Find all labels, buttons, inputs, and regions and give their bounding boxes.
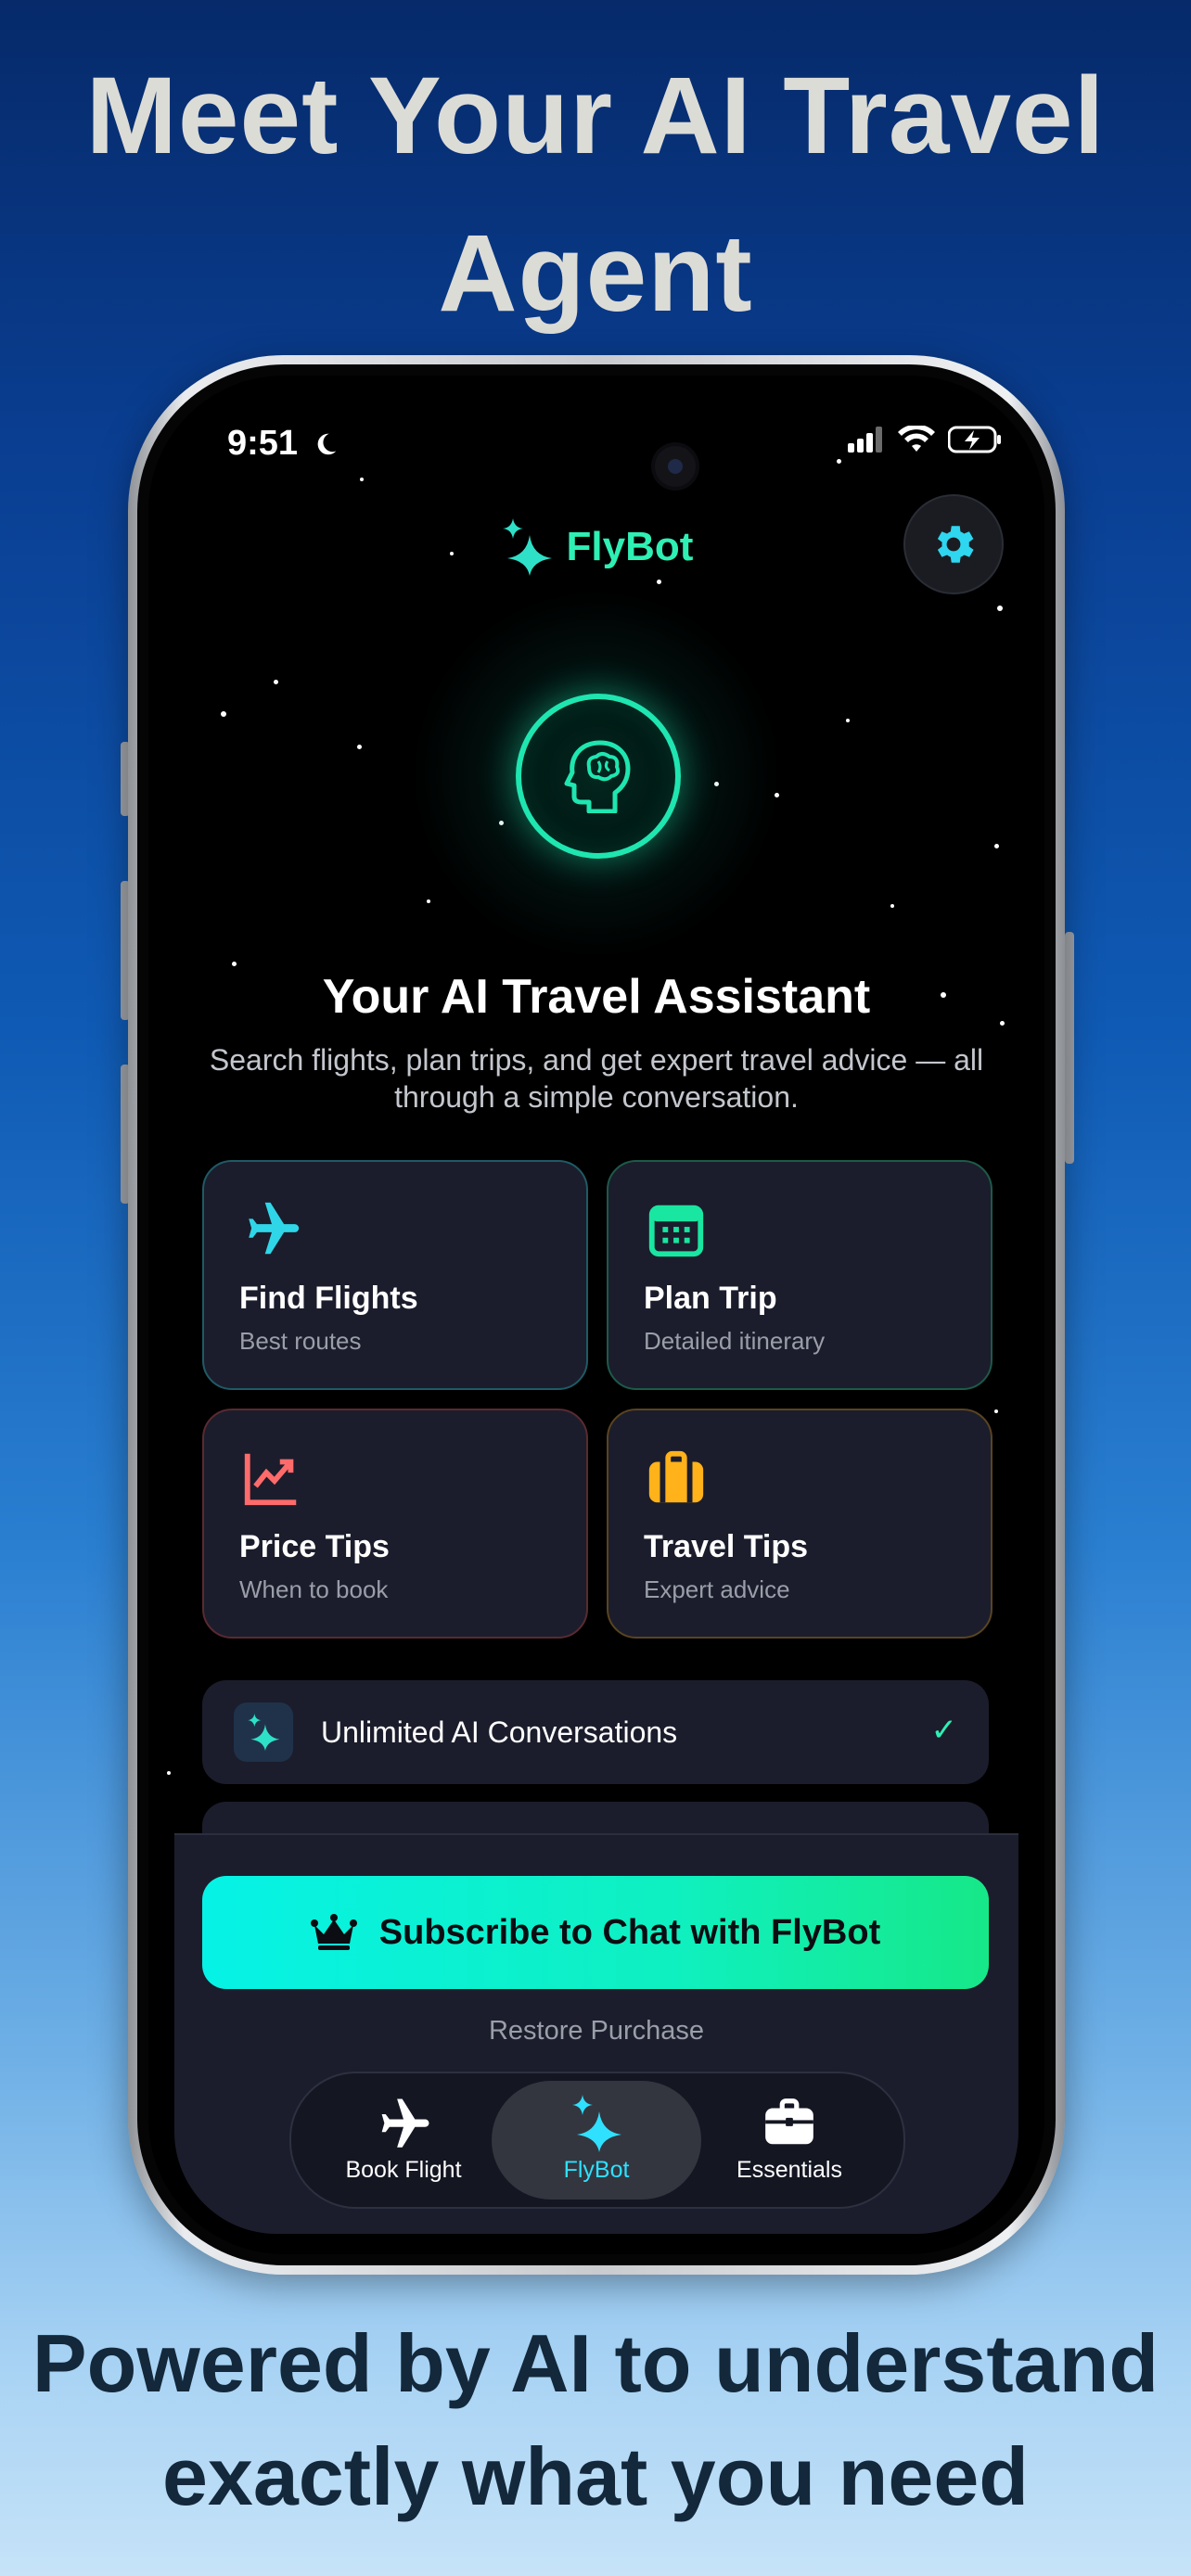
hero-subtitle: Search flights, plan trips, and get expe…: [209, 1043, 984, 1114]
sparkles-icon: [234, 1702, 293, 1762]
crown-icon: [310, 1914, 357, 1950]
status-time: 9:51: [227, 424, 339, 464]
suitcase-icon: [644, 1446, 709, 1511]
phone-screen: 9:51 FlyBot Your AI Travel Assistant Sea…: [148, 376, 1044, 2254]
hero-title: Your AI Travel Assistant: [322, 970, 871, 1024]
card-subtitle: Detailed itinerary: [644, 1327, 826, 1355]
airplane-icon: [299, 2094, 508, 2153]
star: [221, 711, 226, 717]
tab-label: FlyBot: [563, 2157, 630, 2183]
tab-flybot[interactable]: FlyBot: [492, 2081, 701, 2200]
subscribe-label: Subscribe to Chat with FlyBot: [378, 1912, 881, 1952]
app-title: FlyBot: [566, 524, 694, 569]
sparkles-icon: [492, 2094, 701, 2153]
restore-purchase-link[interactable]: Restore Purchase: [174, 2016, 1018, 2047]
signal-icon: [848, 427, 882, 453]
tab-bar: Book Flight FlyBot Essentials: [289, 2072, 905, 2209]
status-icons: [848, 426, 1002, 453]
feature-label: Unlimited AI Conversations: [321, 1715, 678, 1749]
sparkles-icon: [502, 518, 552, 576]
brain-head-icon: [564, 740, 631, 813]
card-subtitle: Best routes: [239, 1327, 362, 1355]
promo-headline-bottom: Powered by AI to understand exactly what…: [32, 2317, 1159, 2522]
tab-essentials[interactable]: Essentials: [685, 2081, 894, 2200]
tab-book-flight[interactable]: Book Flight: [299, 2081, 508, 2200]
star: [890, 904, 894, 908]
card-title: Find Flights: [239, 1281, 418, 1316]
front-camera: [655, 446, 696, 487]
card-price-tips[interactable]: Price Tips When to book: [202, 1409, 588, 1639]
star: [232, 962, 237, 966]
star: [360, 478, 364, 481]
star: [167, 1771, 171, 1775]
card-title: Plan Trip: [644, 1281, 777, 1316]
wifi-icon: [898, 426, 935, 452]
battery-charging-icon: [948, 426, 1001, 453]
star: [846, 719, 850, 722]
card-travel-tips[interactable]: Travel Tips Expert advice: [607, 1409, 992, 1639]
card-title: Travel Tips: [644, 1529, 809, 1564]
gear-icon: [937, 526, 974, 563]
card-title: Price Tips: [239, 1529, 390, 1564]
subscribe-button[interactable]: Subscribe to Chat with FlyBot: [202, 1876, 989, 1989]
star: [837, 459, 841, 464]
tab-label: Book Flight: [345, 2157, 462, 2183]
star: [357, 745, 362, 749]
star: [994, 844, 999, 848]
briefcase-icon: [685, 2094, 894, 2153]
card-find-flights[interactable]: Find Flights Best routes: [202, 1160, 588, 1390]
airplane-icon: [239, 1197, 304, 1262]
card-plan-trip[interactable]: Plan Trip Detailed itinerary: [607, 1160, 992, 1390]
star: [997, 606, 1003, 611]
card-subtitle: When to book: [239, 1575, 389, 1603]
promo-headline-top: Meet Your AI Travel Agent: [85, 55, 1106, 335]
calendar-icon: [644, 1197, 709, 1262]
tab-label: Essentials: [736, 2157, 842, 2183]
chart-icon: [239, 1446, 304, 1511]
settings-button[interactable]: [903, 494, 1004, 594]
card-subtitle: Expert advice: [644, 1575, 790, 1603]
bottom-panel: Subscribe to Chat with FlyBot Restore Pu…: [174, 1833, 1018, 2234]
star: [427, 899, 430, 903]
phone-power-button: [1065, 932, 1074, 1164]
hero-brain-badge: [516, 694, 681, 859]
moon-icon: [317, 433, 336, 455]
checkmark-icon: ✓: [930, 1713, 958, 1748]
feature-row: Unlimited AI Conversations ✓: [202, 1680, 989, 1784]
star: [994, 1409, 998, 1413]
star: [274, 680, 278, 684]
